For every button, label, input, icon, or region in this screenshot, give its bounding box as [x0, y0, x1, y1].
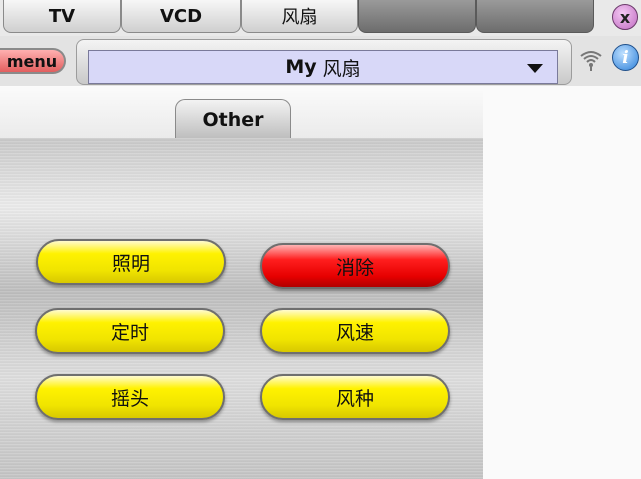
device-tab-bar: TV VCD 风扇 x — [0, 0, 641, 36]
wifi-icon[interactable] — [579, 48, 603, 72]
swing-button[interactable]: 摇头 — [35, 374, 225, 420]
close-icon[interactable]: x — [612, 4, 638, 30]
tab-empty-2[interactable] — [476, 0, 594, 33]
tab-empty-1[interactable] — [358, 0, 476, 33]
tab-tv[interactable]: TV — [3, 0, 121, 33]
light-button[interactable]: 照明 — [36, 239, 226, 285]
tab-vcd[interactable]: VCD — [121, 0, 241, 33]
device-select[interactable]: My 风扇 — [88, 50, 558, 84]
chevron-down-icon[interactable] — [527, 64, 543, 73]
device-select-prefix: My — [285, 56, 317, 78]
fan-speed-button[interactable]: 风速 — [260, 308, 450, 354]
remote-panel: 照明 消除 定时 风速 摇头 风种 — [0, 138, 483, 479]
tab-fan[interactable]: 风扇 — [241, 0, 358, 33]
wind-mode-button[interactable]: 风种 — [260, 374, 450, 420]
info-icon[interactable]: i — [612, 44, 639, 71]
device-select-name: 风扇 — [322, 57, 361, 80]
clear-button[interactable]: 消除 — [260, 243, 450, 289]
timer-button[interactable]: 定时 — [35, 308, 225, 354]
tab-other[interactable]: Other — [175, 99, 291, 139]
side-panel — [483, 86, 641, 479]
device-selector-bar: menu My 风扇 — [0, 36, 641, 86]
menu-button[interactable]: menu — [0, 48, 66, 74]
